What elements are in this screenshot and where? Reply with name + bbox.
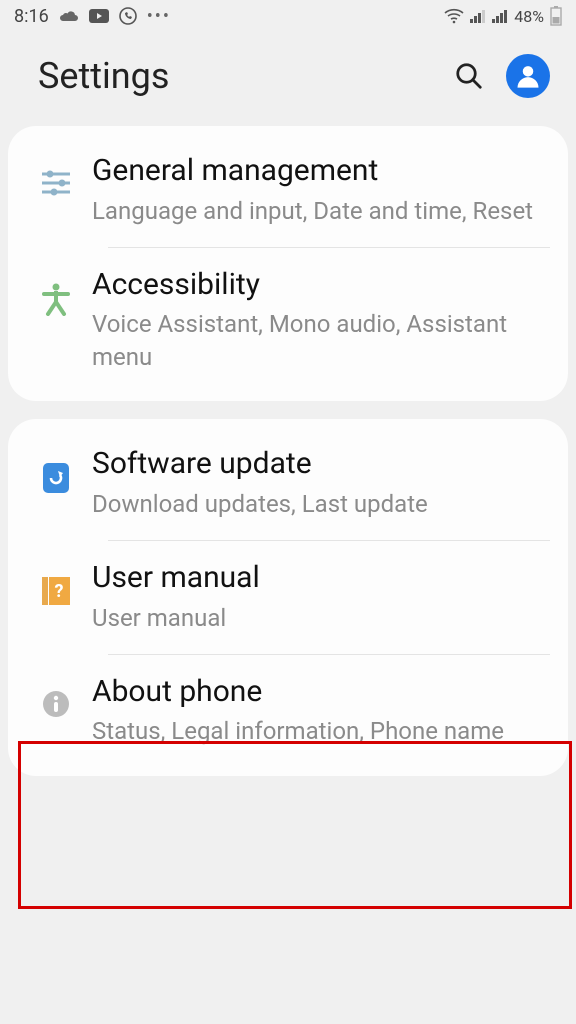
settings-header: Settings bbox=[0, 32, 576, 120]
person-icon bbox=[514, 62, 542, 90]
wifi-icon bbox=[444, 8, 464, 24]
sliders-icon bbox=[28, 154, 84, 198]
item-subtitle: Status, Legal information, Phone name bbox=[92, 715, 550, 747]
refresh-icon bbox=[28, 447, 84, 495]
search-button[interactable] bbox=[454, 61, 484, 91]
accessibility-icon bbox=[28, 268, 84, 316]
settings-group: General management Language and input, D… bbox=[8, 126, 568, 401]
whatsapp-icon bbox=[119, 7, 137, 25]
signal-1-icon bbox=[470, 9, 486, 23]
info-icon bbox=[28, 675, 84, 719]
status-bar: 8:16 ••• 48% bbox=[0, 0, 576, 32]
more-icon: ••• bbox=[147, 6, 171, 27]
item-accessibility[interactable]: Accessibility Voice Assistant, Mono audi… bbox=[8, 248, 568, 393]
status-time: 8:16 bbox=[14, 6, 49, 27]
item-software-update[interactable]: Software update Download updates, Last u… bbox=[8, 427, 568, 540]
item-subtitle: Voice Assistant, Mono audio, Assistant m… bbox=[92, 308, 550, 373]
search-icon bbox=[454, 61, 484, 91]
settings-group: Software update Download updates, Last u… bbox=[8, 419, 568, 776]
cloud-icon bbox=[59, 9, 79, 23]
item-user-manual[interactable]: ? User manual User manual bbox=[8, 541, 568, 654]
item-subtitle: User manual bbox=[92, 602, 550, 634]
item-about-phone[interactable]: About phone Status, Legal information, P… bbox=[8, 655, 568, 768]
account-avatar[interactable] bbox=[506, 54, 550, 98]
manual-icon: ? bbox=[28, 561, 84, 607]
item-general-management[interactable]: General management Language and input, D… bbox=[8, 134, 568, 247]
item-title: Accessibility bbox=[92, 268, 550, 303]
item-subtitle: Language and input, Date and time, Reset bbox=[92, 195, 550, 227]
signal-2-icon bbox=[492, 9, 508, 23]
youtube-icon bbox=[89, 9, 109, 23]
item-title: About phone bbox=[92, 675, 550, 710]
item-title: User manual bbox=[92, 561, 550, 596]
item-title: General management bbox=[92, 154, 550, 189]
item-title: Software update bbox=[92, 447, 550, 482]
battery-icon bbox=[550, 6, 562, 26]
item-subtitle: Download updates, Last update bbox=[92, 488, 550, 520]
page-title: Settings bbox=[38, 55, 169, 97]
svg-text:?: ? bbox=[55, 581, 64, 602]
battery-percent: 48% bbox=[514, 7, 544, 26]
